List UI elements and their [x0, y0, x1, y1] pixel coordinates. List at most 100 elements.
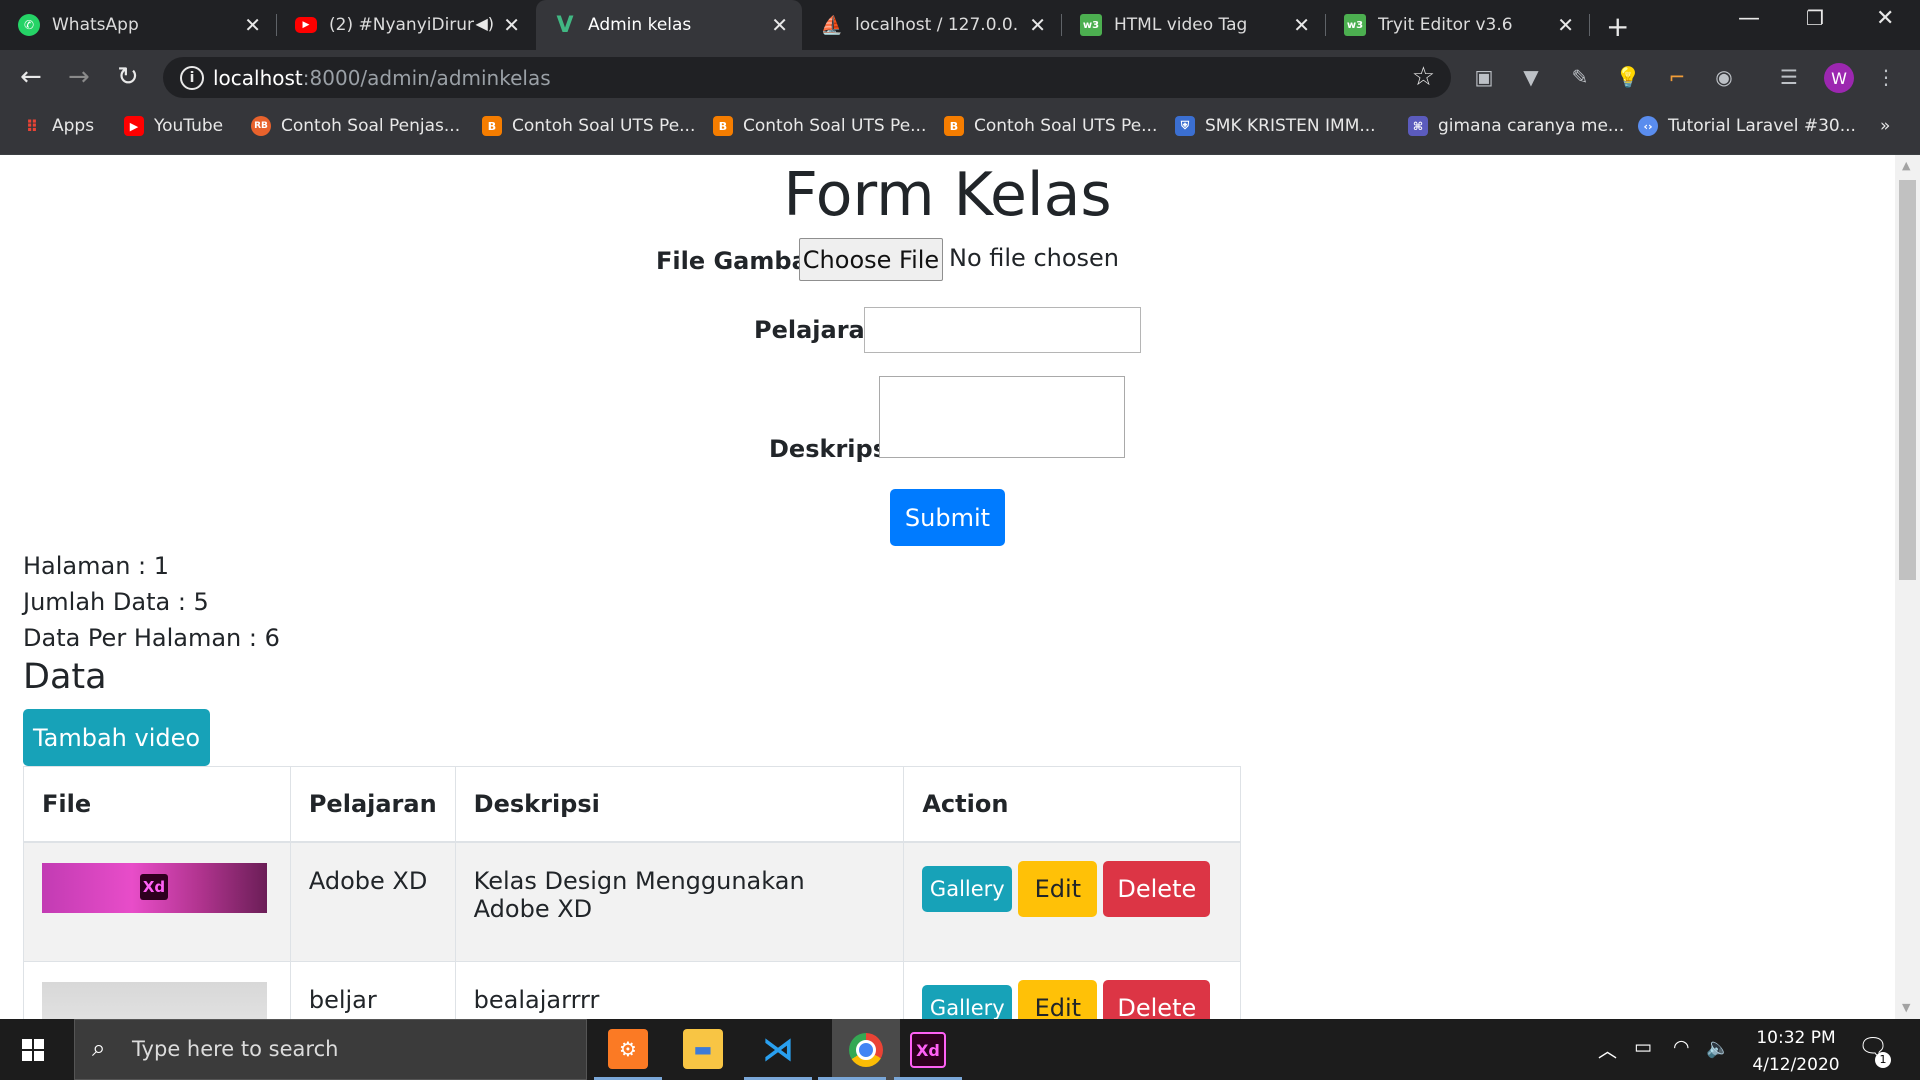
address-bar[interactable]: i localhost:8000/admin/adminkelas ☆ [163, 57, 1451, 98]
file-cell: Xd [23, 841, 291, 962]
vue-icon: V [556, 12, 574, 38]
tray-overflow-chevron-icon[interactable]: ︿ [1598, 1036, 1617, 1063]
close-icon[interactable]: ✕ [771, 13, 788, 37]
column-header-file: File [23, 766, 291, 843]
delete-button[interactable]: Delete [1103, 980, 1211, 1019]
adobe-xd-icon: Xd [140, 874, 168, 900]
pelajaran-input[interactable] [864, 307, 1141, 353]
tab-label: localhost / 127.0.0.1 / [855, 15, 1020, 35]
speaker-icon[interactable]: ◀) [475, 14, 494, 33]
menu-kebab-icon[interactable]: ⋮ [1873, 64, 1899, 90]
circle-extension-icon[interactable]: ◉ [1711, 64, 1737, 90]
new-tab-icon[interactable]: + [1606, 10, 1629, 43]
choose-file-button[interactable]: Choose File [799, 238, 943, 281]
pen-extension-icon[interactable]: ✎ [1567, 64, 1593, 90]
bookmark-youtube[interactable]: ▶ YouTube [124, 116, 223, 136]
vue-devtools-icon[interactable]: ▼ [1518, 64, 1544, 90]
search-placeholder: Type here to search [132, 1037, 339, 1061]
data-heading: Data [23, 657, 107, 697]
vscode-icon[interactable]: ⋊ [758, 1029, 798, 1069]
xampp-icon[interactable]: ⚙ [608, 1029, 648, 1069]
forward-icon[interactable]: → [68, 62, 90, 92]
chrome-icon[interactable] [832, 1019, 900, 1080]
tambah-video-button[interactable]: Tambah video [23, 709, 210, 766]
action-cell: Gallery Edit Delete [903, 841, 1241, 962]
edit-button[interactable]: Edit [1018, 861, 1098, 917]
back-icon[interactable]: ← [20, 62, 42, 92]
close-icon[interactable]: ✕ [503, 13, 520, 37]
url-text[interactable]: localhost:8000/admin/adminkelas [213, 66, 551, 90]
tab-phpmyadmin[interactable]: ⛵ localhost / 127.0.0.1 / ✕ [803, 0, 1060, 50]
extension-box-icon[interactable]: ▣ [1471, 64, 1497, 90]
close-icon[interactable]: ✕ [244, 13, 261, 37]
bookmark-contoh-uts-3[interactable]: B Contoh Soal UTS Pe... [944, 116, 1157, 136]
tab-whatsapp[interactable]: ✆ WhatsApp ✕ [0, 0, 275, 50]
media-control-icon[interactable]: ☰ [1776, 64, 1802, 90]
bulb-extension-icon[interactable]: 💡 [1615, 64, 1641, 90]
profile-avatar[interactable]: W [1824, 63, 1854, 93]
bookmark-contoh-uts-2[interactable]: B Contoh Soal UTS Pe... [713, 116, 926, 136]
table-row: Xd Adobe XD Kelas Design Menggunakan Ado… [23, 841, 1241, 962]
bookmark-contoh-uts-1[interactable]: B Contoh Soal UTS Pe... [482, 116, 695, 136]
close-icon[interactable]: ✕ [1557, 13, 1574, 37]
column-header-action: Action [903, 766, 1241, 843]
tools-extension-icon[interactable]: ⌐ [1664, 64, 1690, 90]
gallery-button[interactable]: Gallery [922, 985, 1013, 1019]
clock-time: 10:32 PM [1756, 1028, 1836, 1048]
bookmark-gimana-caranya[interactable]: ⌘ gimana caranya me... [1408, 116, 1624, 136]
edit-button[interactable]: Edit [1018, 980, 1098, 1019]
bookmark-tutorial-laravel[interactable]: ‹› Tutorial Laravel #30... [1638, 116, 1856, 136]
minimize-icon[interactable]: — [1738, 6, 1760, 31]
battery-icon[interactable]: ▭ [1634, 1036, 1652, 1058]
close-icon[interactable]: ✕ [1029, 13, 1046, 37]
reload-icon[interactable]: ↻ [117, 62, 139, 92]
file-gambar-label: File Gambar [656, 247, 820, 275]
tab-youtube[interactable]: ▶ (2) #NyanyiDirun ◀) ✕ [277, 0, 534, 50]
whatsapp-icon: ✆ [18, 14, 40, 36]
gallery-button[interactable]: Gallery [922, 866, 1013, 912]
rb-icon: RB [251, 116, 271, 136]
bookmarks-bar: ⠿ Apps ▶ YouTube RB Contoh Soal Penjas..… [0, 105, 1920, 155]
tab-admin-kelas[interactable]: V Admin kelas ✕ [536, 0, 802, 50]
tab-html-video[interactable]: w3 HTML video Tag ✕ [1062, 0, 1324, 50]
tab-label: (2) #NyanyiDirun [329, 15, 474, 35]
browser-toolbar: ← → ↻ i localhost:8000/admin/adminkelas … [0, 50, 1920, 105]
scroll-down-arrow-icon[interactable]: ▼ [1902, 1001, 1910, 1014]
deskripsi-cell: Kelas Design Menggunakan Adobe XD [454, 841, 905, 962]
tab-tryit-editor[interactable]: w3 Tryit Editor v3.6 ✕ [1326, 0, 1588, 50]
bookmark-contoh-penjas[interactable]: RB Contoh Soal Penjas... [251, 116, 460, 136]
file-status-text: No file chosen [949, 244, 1120, 272]
bookmark-smk-kristen[interactable]: ⛨ SMK KRISTEN IMM... [1175, 116, 1376, 136]
volume-icon[interactable]: 🔈 [1706, 1036, 1730, 1059]
close-icon[interactable]: ✕ [1293, 13, 1310, 37]
w3schools-icon: w3 [1080, 14, 1102, 36]
bookmark-star-icon[interactable]: ☆ [1412, 62, 1435, 92]
tab-strip: ✆ WhatsApp ✕ ▶ (2) #NyanyiDirun ◀) ✕ V A… [0, 0, 1920, 50]
code-icon: ‹› [1638, 116, 1658, 136]
blogger-icon: B [713, 116, 733, 136]
taskbar-clock[interactable]: 10:32 PM 4/12/2020 [1741, 1025, 1851, 1079]
taskbar-search-input[interactable]: ⌕ Type here to search [74, 1019, 587, 1080]
bookmark-apps[interactable]: ⠿ Apps [22, 116, 94, 136]
pelajaran-cell: Adobe XD [289, 841, 456, 962]
deskripsi-textarea[interactable] [879, 376, 1125, 458]
window-close-icon[interactable]: ✕ [1876, 6, 1894, 31]
scroll-up-arrow-icon[interactable]: ▲ [1902, 159, 1910, 172]
table-row: beljar bealajarrrr Gallery Edit Delete [23, 961, 1241, 1019]
scrollbar-thumb[interactable] [1899, 180, 1916, 580]
page-scrollbar[interactable]: ▲ ▼ [1895, 155, 1920, 1019]
restore-icon[interactable]: ❐ [1806, 6, 1824, 30]
bookmarks-overflow-button[interactable]: » [1880, 116, 1890, 136]
delete-button[interactable]: Delete [1103, 861, 1211, 917]
submit-button[interactable]: Submit [890, 489, 1005, 546]
tab-label: Admin kelas [588, 15, 692, 35]
file-explorer-icon[interactable]: ▬ [683, 1029, 723, 1069]
site-info-icon[interactable]: i [180, 66, 204, 90]
data-per-halaman-text: Data Per Halaman : 6 [23, 624, 280, 652]
halaman-text: Halaman : 1 [23, 552, 170, 580]
pelajaran-label: Pelajaran [754, 316, 882, 344]
adobe-xd-icon[interactable]: Xd [910, 1032, 946, 1068]
jumlah-data-text: Jumlah Data : 5 [23, 588, 209, 616]
wifi-icon[interactable]: ◠ [1673, 1036, 1690, 1058]
clock-date: 4/12/2020 [1752, 1055, 1840, 1075]
